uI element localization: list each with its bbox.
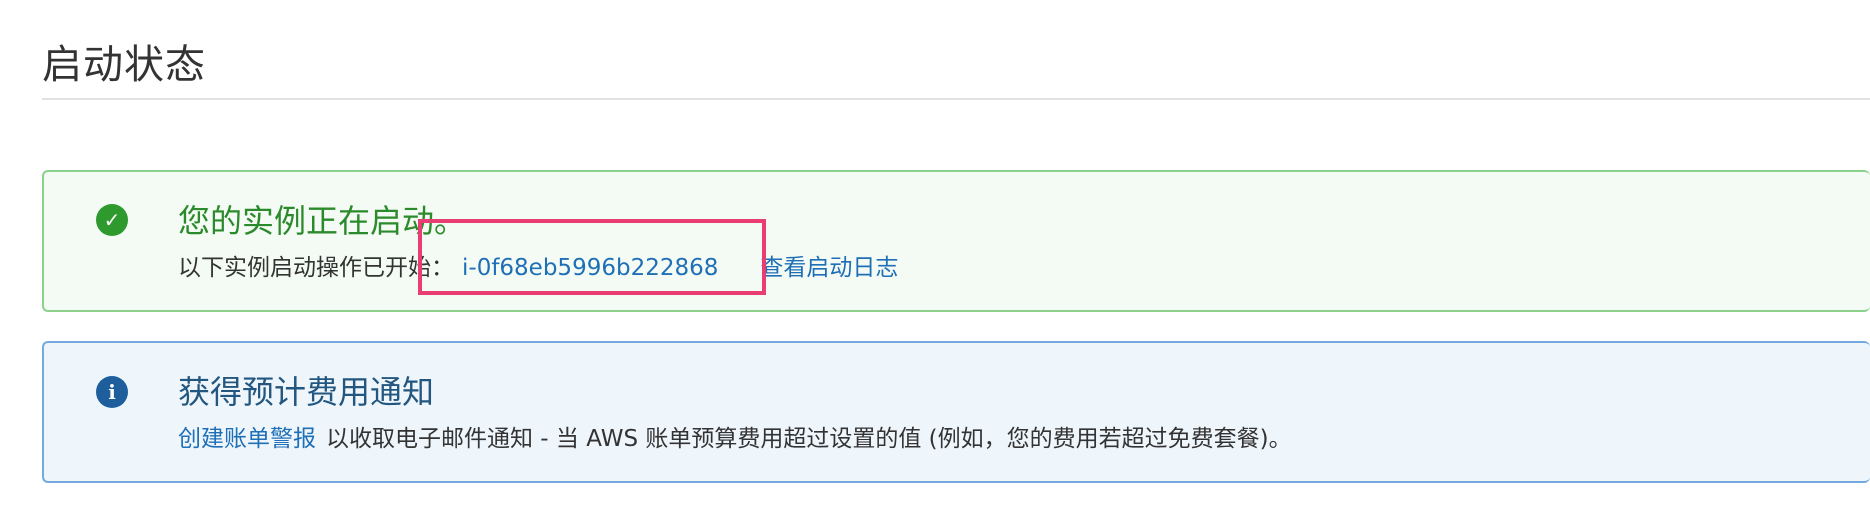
success-body-prefix: 以下实例启动操作已开始： [178, 255, 454, 281]
check-circle-icon: ✓ [96, 204, 128, 236]
info-body: 创建账单警报 以收取电子邮件通知 - 当 AWS 账单预算费用超过设置的值 (例如… [178, 419, 1292, 453]
info-heading: 获得预计费用通知 [178, 373, 435, 411]
success-body: 以下实例启动操作已开始： i-0f68eb5996b222868 查看启动日志 [178, 248, 898, 282]
page-title: 启动状态 [42, 42, 206, 88]
view-launch-log-link[interactable]: 查看启动日志 [760, 255, 898, 281]
success-heading: 您的实例正在启动。 [178, 202, 467, 240]
title-divider [42, 98, 1870, 100]
instance-id-link[interactable]: i-0f68eb5996b222868 [456, 255, 724, 281]
launch-success-alert: ✓ 您的实例正在启动。 以下实例启动操作已开始： i-0f68eb5996b222… [42, 170, 1870, 312]
info-circle-icon: i [96, 376, 128, 408]
info-body-text: 以收取电子邮件通知 - 当 AWS 账单预算费用超过设置的值 (例如，您的费用若… [326, 426, 1292, 452]
create-billing-alert-link[interactable]: 创建账单警报 [178, 426, 316, 452]
billing-info-alert: i 获得预计费用通知 创建账单警报 以收取电子邮件通知 - 当 AWS 账单预算费… [42, 341, 1870, 483]
